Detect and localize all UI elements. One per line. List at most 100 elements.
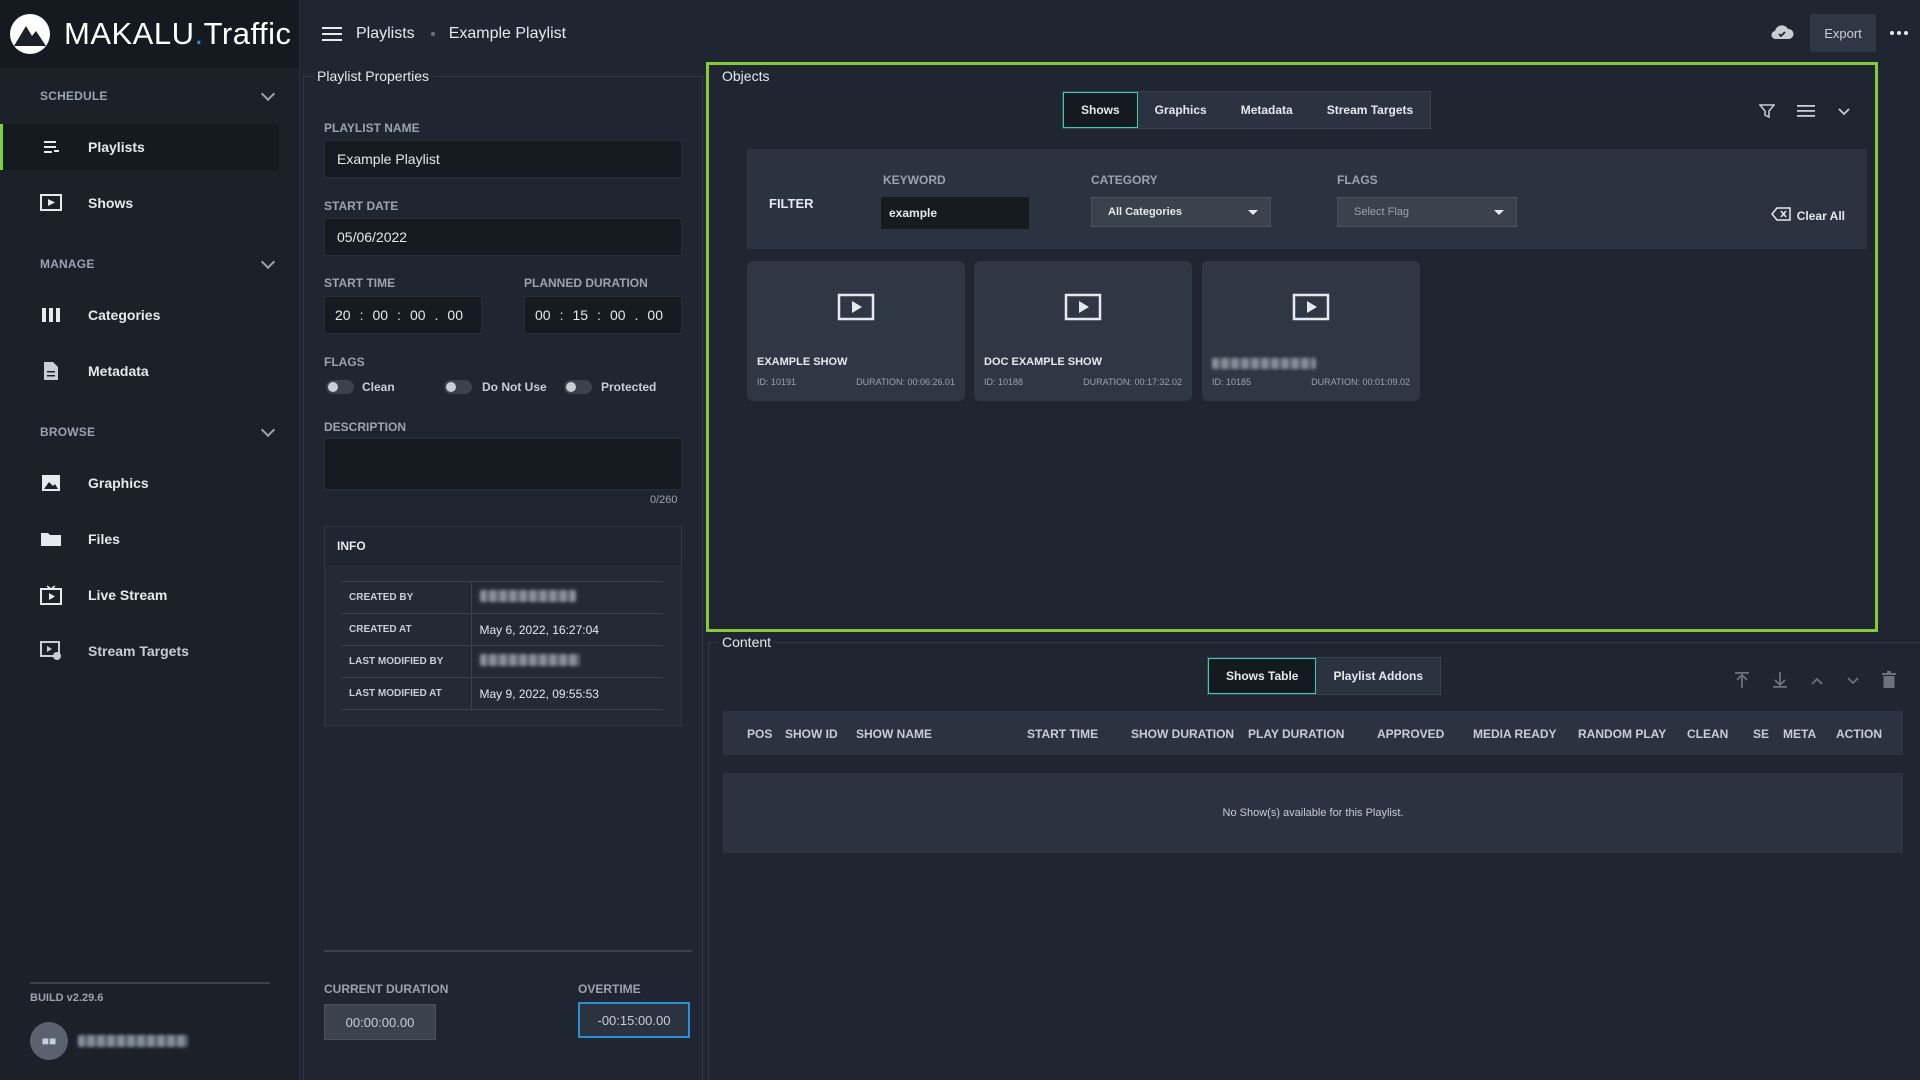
shows-table-header: POS SHOW ID SHOW NAME START TIME SHOW DU… bbox=[723, 711, 1903, 755]
breadcrumb-root[interactable]: Playlists bbox=[356, 25, 415, 43]
clear-filter-icon bbox=[1770, 207, 1791, 224]
image-icon bbox=[40, 472, 62, 494]
info-title: INFO bbox=[325, 527, 681, 565]
column-play-duration[interactable]: PLAY DURATION bbox=[1248, 727, 1344, 741]
columns-icon bbox=[40, 304, 62, 326]
sidebar-item-stream-targets[interactable]: Stream Targets bbox=[0, 628, 279, 674]
avatar: ■■ bbox=[30, 1022, 68, 1060]
show-card[interactable]: ID: 10185 DURATION: 00:01:09.02 bbox=[1202, 261, 1420, 401]
do-not-use-toggle[interactable] bbox=[444, 380, 472, 394]
sidebar-item-categories[interactable]: Categories bbox=[0, 292, 279, 338]
show-card-title: EXAMPLE SHOW bbox=[757, 356, 848, 368]
column-show-duration[interactable]: SHOW DURATION bbox=[1131, 727, 1234, 741]
start-date-label: START DATE bbox=[324, 199, 399, 213]
move-to-top-icon[interactable] bbox=[1734, 671, 1750, 692]
start-date-input[interactable]: 05/06/2022 bbox=[324, 218, 682, 256]
caret-down-icon bbox=[1494, 210, 1504, 215]
show-card-title-redacted bbox=[1212, 358, 1316, 369]
section-manage[interactable]: MANAGE bbox=[0, 236, 299, 292]
column-pos[interactable]: POS bbox=[747, 727, 772, 741]
list-view-icon[interactable] bbox=[1797, 104, 1815, 121]
filter-title: FILTER bbox=[769, 196, 814, 211]
empty-table-message: No Show(s) available for this Playlist. bbox=[723, 773, 1903, 853]
description-char-count: 0/260 bbox=[650, 494, 678, 506]
description-label: DESCRIPTION bbox=[324, 420, 407, 434]
more-options-icon[interactable] bbox=[1890, 31, 1908, 35]
move-up-icon[interactable] bbox=[1810, 674, 1824, 689]
sidebar-item-shows[interactable]: Shows bbox=[0, 180, 279, 226]
description-textarea[interactable] bbox=[324, 438, 682, 490]
tab-graphics[interactable]: Graphics bbox=[1138, 92, 1224, 128]
column-random-play[interactable]: RANDOM PLAY bbox=[1578, 727, 1666, 741]
column-show-name[interactable]: SHOW NAME bbox=[856, 727, 932, 741]
sidebar-item-label: Graphics bbox=[88, 475, 149, 491]
sidebar-item-label: Shows bbox=[88, 195, 134, 211]
column-action[interactable]: ACTION bbox=[1836, 727, 1882, 741]
move-down-icon[interactable] bbox=[1846, 674, 1860, 689]
move-to-bottom-icon[interactable] bbox=[1772, 671, 1788, 692]
show-card[interactable]: EXAMPLE SHOW ID: 10191 DURATION: 00:06:26… bbox=[747, 261, 965, 401]
show-card-id: ID: 10185 bbox=[1212, 377, 1252, 387]
chevron-down-icon bbox=[260, 86, 276, 101]
sidebar-item-label: Live Stream bbox=[88, 587, 168, 603]
app-logo[interactable]: MAKALU.Traffic bbox=[0, 0, 299, 68]
objects-panel: Shows Graphics Metadata Stream Targets F… bbox=[706, 62, 1878, 632]
start-time-input[interactable]: 20:00:00. 00 bbox=[324, 296, 482, 334]
live-tv-icon bbox=[40, 584, 62, 606]
created-by-redacted bbox=[479, 590, 576, 602]
content-panel: Shows Table Playlist Addons POS SHOW ID … bbox=[708, 642, 1920, 1080]
column-approved[interactable]: APPROVED bbox=[1377, 727, 1444, 741]
chevron-down-icon[interactable] bbox=[1837, 105, 1851, 120]
column-media-ready[interactable]: MEDIA READY bbox=[1473, 727, 1557, 741]
info-row: CREATED AT May 6, 2022, 16:27:04 bbox=[341, 613, 663, 646]
objects-title: Objects bbox=[718, 68, 774, 84]
folder-icon bbox=[40, 528, 62, 550]
show-card[interactable]: DOC EXAMPLE SHOW ID: 10188 DURATION: 00:1… bbox=[974, 261, 1192, 401]
play-screen-icon bbox=[1064, 293, 1102, 326]
show-card-title: DOC EXAMPLE SHOW bbox=[984, 356, 1102, 368]
breadcrumb-separator bbox=[430, 32, 435, 36]
tab-shows-table[interactable]: Shows Table bbox=[1208, 658, 1317, 694]
logo-text: MAKALU.Traffic bbox=[64, 16, 292, 51]
menu-icon[interactable] bbox=[322, 27, 342, 41]
playlist-name-input[interactable]: Example Playlist bbox=[324, 140, 682, 178]
keyword-label: KEYWORD bbox=[883, 173, 946, 187]
user-profile[interactable]: ■■ bbox=[30, 1022, 188, 1060]
objects-tabs: Shows Graphics Metadata Stream Targets bbox=[1062, 91, 1432, 129]
clean-toggle[interactable] bbox=[326, 380, 354, 394]
sidebar-item-files[interactable]: Files bbox=[0, 516, 279, 562]
trash-icon[interactable] bbox=[1882, 671, 1896, 692]
sidebar-item-playlists[interactable]: Playlists bbox=[0, 124, 279, 170]
column-se[interactable]: SE bbox=[1753, 727, 1769, 741]
clear-all-button[interactable]: Clear All bbox=[1770, 207, 1845, 224]
export-button[interactable]: Export bbox=[1810, 14, 1876, 52]
section-browse[interactable]: BROWSE bbox=[0, 404, 299, 460]
user-name-redacted bbox=[78, 1035, 188, 1047]
sidebar-item-label: Playlists bbox=[88, 139, 145, 155]
modified-by-redacted bbox=[479, 654, 580, 666]
column-meta[interactable]: META bbox=[1783, 727, 1816, 741]
keyword-input[interactable]: example bbox=[881, 197, 1029, 229]
sidebar-item-metadata[interactable]: Metadata bbox=[0, 348, 279, 394]
tab-playlist-addons[interactable]: Playlist Addons bbox=[1316, 658, 1440, 694]
show-card-id: ID: 10188 bbox=[984, 377, 1024, 387]
column-start-time[interactable]: START TIME bbox=[1027, 727, 1098, 741]
info-table: CREATED BY CREATED AT May 6, 2022, 16:27:… bbox=[341, 581, 663, 710]
cloud-icon[interactable] bbox=[1770, 24, 1794, 43]
filter-icon[interactable] bbox=[1758, 103, 1776, 122]
info-panel: INFO CREATED BY CREATED AT May 6, 2022, 1… bbox=[324, 526, 682, 726]
sidebar-item-live-stream[interactable]: Live Stream bbox=[0, 572, 279, 618]
sidebar-item-label: Files bbox=[88, 531, 120, 547]
playlist-icon bbox=[40, 136, 62, 158]
column-clean[interactable]: CLEAN bbox=[1687, 727, 1728, 741]
flags-select[interactable]: Select Flag bbox=[1337, 197, 1517, 227]
category-select[interactable]: All Categories bbox=[1091, 197, 1271, 227]
tab-stream-targets[interactable]: Stream Targets bbox=[1310, 92, 1430, 128]
column-show-id[interactable]: SHOW ID bbox=[785, 727, 838, 741]
sidebar-item-graphics[interactable]: Graphics bbox=[0, 460, 279, 506]
tab-shows[interactable]: Shows bbox=[1063, 92, 1138, 128]
protected-toggle[interactable] bbox=[564, 380, 592, 394]
section-schedule[interactable]: SCHEDULE bbox=[0, 68, 299, 124]
tab-metadata[interactable]: Metadata bbox=[1224, 92, 1310, 128]
planned-duration-input[interactable]: 00:15:00. 00 bbox=[524, 296, 682, 334]
